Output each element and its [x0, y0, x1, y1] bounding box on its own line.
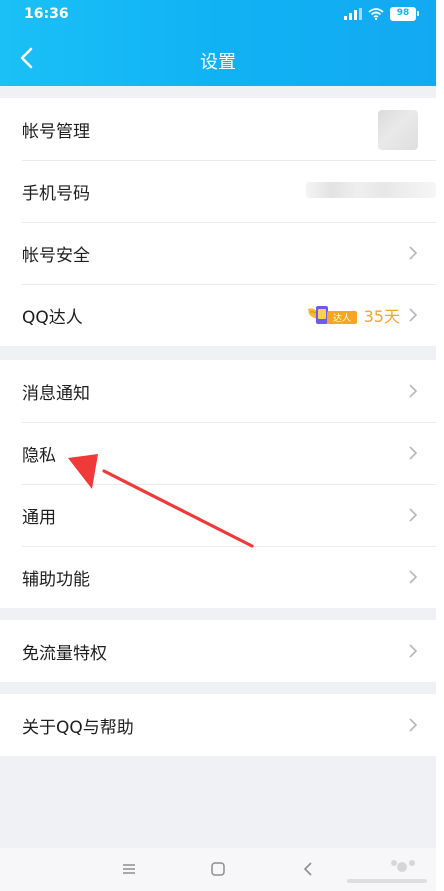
battery-indicator: 98: [390, 7, 419, 21]
phone-screen: 16:36 98 设置 帐号管理 手机号码 帐号安全 QQ达人 达人 35天 消…: [0, 0, 436, 891]
settings-item-about-help[interactable]: 关于QQ与帮助: [0, 694, 436, 756]
menu-icon[interactable]: [120, 860, 138, 878]
settings-item-account-manage[interactable]: 帐号管理: [0, 98, 436, 160]
blurred-phone-number: [306, 182, 436, 198]
settings-item-notifications[interactable]: 消息通知: [0, 360, 436, 422]
settings-item-qq-daren[interactable]: QQ达人 达人 35天: [0, 284, 436, 346]
status-time: 16:36: [24, 6, 69, 22]
settings-item-label: 消息通知: [22, 383, 90, 404]
back-nav-icon[interactable]: [300, 860, 318, 878]
settings-group-about: 关于QQ与帮助: [0, 694, 436, 756]
settings-item-label: 手机号码: [22, 183, 90, 204]
settings-item-label: 关于QQ与帮助: [22, 717, 134, 738]
settings-item-label: 帐号安全: [22, 245, 90, 266]
chevron-right-icon: [409, 384, 418, 398]
settings-item-account-security[interactable]: 帐号安全: [0, 222, 436, 284]
settings-item-free-data[interactable]: 免流量特权: [0, 620, 436, 682]
daren-days: 35天: [363, 307, 400, 326]
settings-group-general: 消息通知 隐私 通用 辅助功能: [0, 360, 436, 608]
daren-badge: 达人: [306, 303, 358, 327]
chevron-right-icon: [409, 308, 418, 322]
chevron-right-icon: [409, 644, 418, 658]
settings-item-label: 辅助功能: [22, 569, 90, 590]
settings-item-accessibility[interactable]: 辅助功能: [0, 546, 436, 608]
settings-item-general[interactable]: 通用: [0, 484, 436, 546]
page-title: 设置: [200, 52, 236, 73]
settings-group-free-data: 免流量特权: [0, 620, 436, 682]
blurred-avatar: [378, 110, 418, 150]
chevron-right-icon: [409, 508, 418, 522]
wifi-icon: [368, 8, 384, 20]
chevron-right-icon: [409, 446, 418, 460]
signal-icon: [344, 8, 362, 20]
settings-item-phone-number[interactable]: 手机号码: [0, 160, 436, 222]
daren-status: 达人 35天: [306, 303, 400, 327]
status-bar: 16:36 98: [0, 0, 436, 28]
chevron-right-icon: [409, 570, 418, 584]
screen-edge: [436, 0, 444, 891]
status-icons: 98: [344, 7, 419, 21]
settings-item-label: 通用: [22, 507, 56, 528]
daren-badge-text: 达人: [333, 312, 351, 324]
settings-item-label: 隐私: [22, 445, 56, 466]
settings-item-label: 帐号管理: [22, 121, 90, 142]
app-header: 16:36 98 设置: [0, 0, 436, 86]
settings-item-privacy[interactable]: 隐私: [0, 422, 436, 484]
settings-item-label: QQ达人: [22, 307, 83, 328]
settings-item-label: 免流量特权: [22, 643, 107, 664]
chevron-right-icon: [409, 246, 418, 260]
settings-group-account: 帐号管理 手机号码 帐号安全 QQ达人 达人 35天: [0, 98, 436, 346]
chevron-right-icon: [409, 718, 418, 732]
home-icon[interactable]: [209, 860, 227, 878]
daren-wings-icon: 达人: [307, 306, 357, 324]
watermark-logo: [347, 860, 427, 883]
